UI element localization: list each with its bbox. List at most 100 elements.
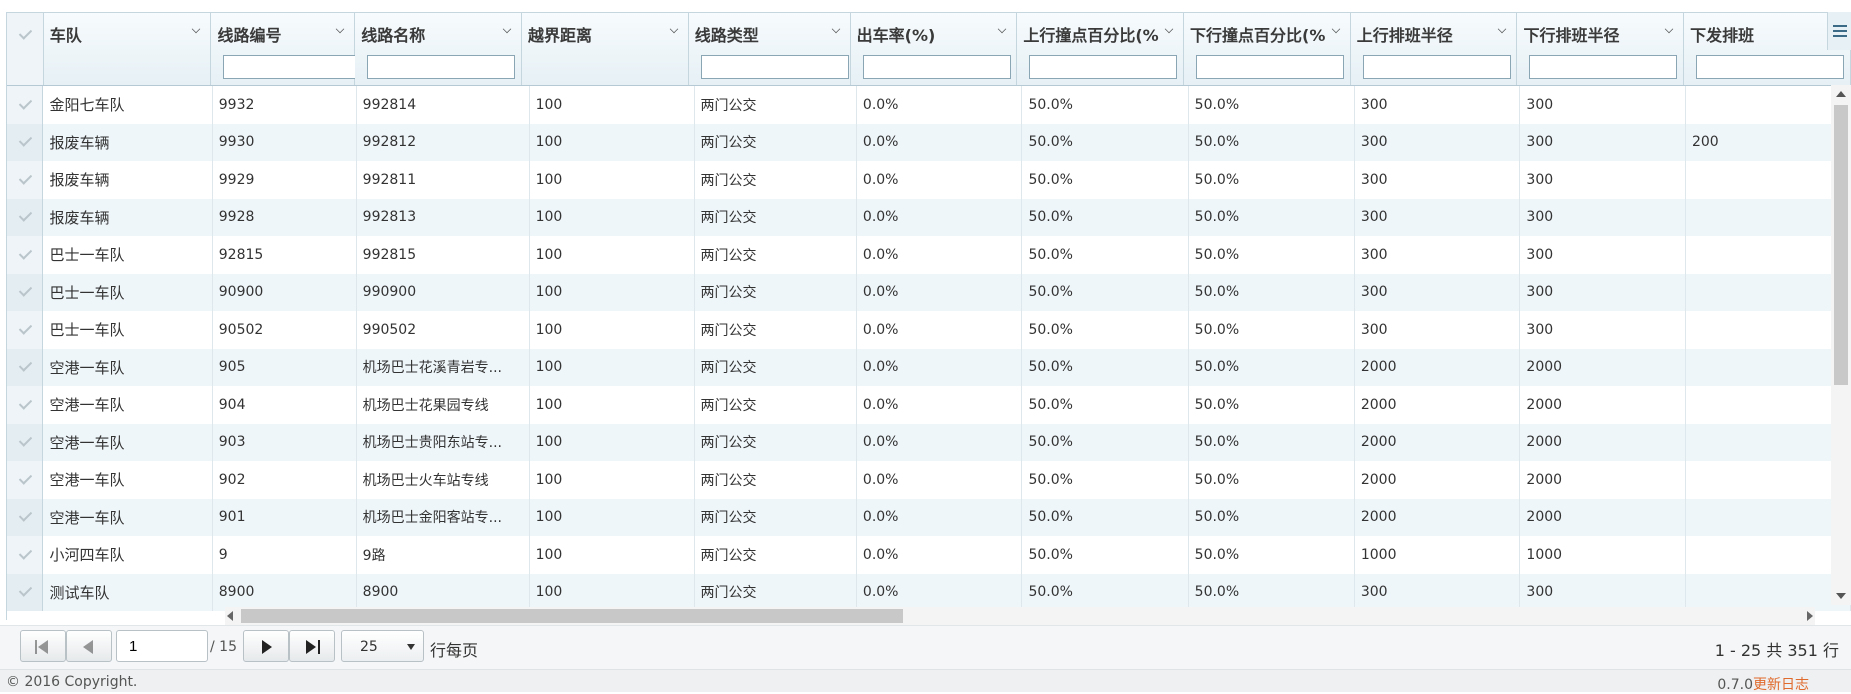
- vertical-scroll-thumb[interactable]: [1834, 105, 1848, 385]
- scroll-right-icon[interactable]: [1807, 611, 1813, 621]
- chevron-down-icon[interactable]: [192, 24, 201, 34]
- table-cell: 300: [1354, 86, 1521, 124]
- page-size-select[interactable]: 25: [341, 630, 424, 662]
- table-cell: 300: [1354, 161, 1521, 199]
- table-row[interactable]: 空港一车队 903 机场巴士贵阳东站专... 100 两门公交 0.0% 50.0% 50.0…: [7, 423, 1851, 461]
- first-page-button[interactable]: [20, 630, 66, 662]
- column-filter-input[interactable]: [1529, 55, 1678, 79]
- column-header-2[interactable]: 线路名称: [354, 13, 522, 86]
- column-header-4[interactable]: 线路类型: [688, 13, 851, 86]
- column-header-6[interactable]: 上行撞点百分比(%): [1016, 13, 1185, 86]
- chevron-down-icon[interactable]: [1498, 24, 1507, 34]
- prev-page-button[interactable]: [66, 630, 112, 662]
- next-page-button[interactable]: [243, 630, 289, 662]
- column-filter-input[interactable]: [700, 55, 849, 79]
- column-filter-input[interactable]: [1696, 55, 1845, 79]
- row-select-cell[interactable]: [7, 161, 44, 199]
- scroll-down-icon[interactable]: [1836, 593, 1846, 599]
- chevron-down-icon[interactable]: [1331, 24, 1340, 34]
- row-select-cell[interactable]: [7, 573, 44, 611]
- table-cell: 0.0%: [856, 573, 1023, 611]
- row-select-cell[interactable]: [7, 236, 44, 274]
- table-row[interactable]: 巴士一车队 90900 990900 100 两门公交 0.0% 50.0% 50.0% 300…: [7, 273, 1851, 311]
- vertical-scrollbar[interactable]: [1831, 85, 1851, 605]
- table-cell: 巴士一车队: [42, 273, 213, 311]
- column-filter-input[interactable]: [1362, 55, 1511, 79]
- column-header-0[interactable]: 车队: [43, 13, 212, 86]
- row-select-cell[interactable]: [7, 86, 44, 124]
- scroll-left-icon[interactable]: [227, 611, 233, 621]
- last-page-button[interactable]: [289, 630, 335, 662]
- table-cell: 两门公交: [694, 86, 857, 124]
- table-row[interactable]: 巴士一车队 90502 990502 100 两门公交 0.0% 50.0% 50.0% 300…: [7, 311, 1851, 349]
- table-row[interactable]: 测试车队 8900 8900 100 两门公交 0.0% 50.0% 50.0% 300 300: [7, 573, 1851, 611]
- table-cell: 0.0%: [856, 161, 1023, 199]
- table-row[interactable]: 空港一车队 904 机场巴士花果园专线 100 两门公交 0.0% 50.0% 50.0% 20…: [7, 386, 1851, 424]
- column-filter-input[interactable]: [223, 55, 372, 79]
- column-header-10[interactable]: 下发排班: [1683, 13, 1851, 86]
- chevron-down-icon[interactable]: [831, 24, 840, 34]
- table-cell: [1685, 273, 1851, 311]
- table-row[interactable]: 报废车辆 9929 992811 100 两门公交 0.0% 50.0% 50.0% 300 30…: [7, 161, 1851, 199]
- column-menu-icon[interactable]: [1827, 12, 1851, 50]
- row-select-cell[interactable]: [7, 498, 44, 536]
- chevron-down-icon[interactable]: [502, 24, 512, 34]
- table-row[interactable]: 空港一车队 902 机场巴士火车站专线 100 两门公交 0.0% 50.0% 50.0% 20…: [7, 461, 1851, 499]
- column-header-3[interactable]: 越界距离: [521, 13, 689, 86]
- row-select-cell[interactable]: [7, 311, 44, 349]
- column-header-5[interactable]: 出车率(%): [850, 13, 1018, 86]
- table-cell: 300: [1354, 311, 1521, 349]
- row-select-cell[interactable]: [7, 273, 44, 311]
- table-cell: 300: [1354, 573, 1521, 611]
- column-filter-input[interactable]: [1196, 55, 1345, 79]
- column-header-7[interactable]: 下行撞点百分比(%): [1183, 13, 1351, 86]
- row-select-cell[interactable]: [7, 123, 44, 161]
- table-cell: 50.0%: [1021, 311, 1189, 349]
- row-select-cell[interactable]: [7, 348, 44, 386]
- table-cell: 100: [529, 386, 695, 424]
- table-row[interactable]: 金阳七车队 9932 992814 100 两门公交 0.0% 50.0% 50.0% 300 3…: [7, 86, 1851, 124]
- chevron-down-icon[interactable]: [1164, 24, 1174, 34]
- table-cell: 空港一车队: [42, 348, 213, 386]
- table-row[interactable]: 空港一车队 901 机场巴士金阳客站专... 100 两门公交 0.0% 50.0% 50.0…: [7, 498, 1851, 536]
- table-cell: 300: [1519, 161, 1686, 199]
- check-icon: [18, 208, 33, 222]
- table-cell: [1685, 536, 1851, 574]
- column-header-8[interactable]: 上行排班半径: [1350, 13, 1518, 86]
- table-row[interactable]: 巴士一车队 92815 992815 100 两门公交 0.0% 50.0% 50.0% 300…: [7, 236, 1851, 274]
- table-cell: 100: [529, 311, 695, 349]
- table-cell: 50.0%: [1021, 161, 1189, 199]
- horizontal-scrollbar[interactable]: [225, 607, 1815, 625]
- table-row[interactable]: 报废车辆 9930 992812 100 两门公交 0.0% 50.0% 50.0% 300 30…: [7, 123, 1851, 161]
- row-select-cell[interactable]: [7, 198, 44, 236]
- column-filter-input[interactable]: [367, 55, 516, 79]
- row-select-cell[interactable]: [7, 423, 44, 461]
- table-row[interactable]: 小河四车队 9 9路 100 两门公交 0.0% 50.0% 50.0% 1000 1000: [7, 536, 1851, 574]
- table-cell: 2000: [1354, 348, 1521, 386]
- chevron-down-icon[interactable]: [1664, 24, 1674, 34]
- grid-header: 车队 线路编号 线路名称 越界距离 线路类型 出车率(%) 上行撞点百分比(%) 下行撞点百分…: [7, 13, 1851, 86]
- row-select-cell[interactable]: [7, 461, 44, 499]
- table-row[interactable]: 空港一车队 905 机场巴士花溪青岩专... 100 两门公交 0.0% 50.0% 50.0…: [7, 348, 1851, 386]
- row-select-cell[interactable]: [7, 536, 44, 574]
- column-filter-input[interactable]: [1029, 55, 1178, 79]
- column-filter-input[interactable]: [862, 55, 1011, 79]
- changelog-link[interactable]: 更新日志: [1753, 677, 1809, 693]
- select-all-cell[interactable]: [7, 13, 44, 86]
- column-title: 上行排班半径: [1356, 26, 1453, 45]
- table-row[interactable]: 报废车辆 9928 992813 100 两门公交 0.0% 50.0% 50.0% 300 30…: [7, 198, 1851, 236]
- table-cell: 两门公交: [694, 536, 857, 574]
- table-cell: 2000: [1519, 498, 1686, 536]
- chevron-down-icon[interactable]: [998, 24, 1007, 34]
- chevron-down-icon[interactable]: [669, 24, 678, 34]
- page-number-input[interactable]: [116, 630, 208, 662]
- scroll-up-icon[interactable]: [1836, 91, 1846, 97]
- table-cell: 9929: [212, 161, 357, 199]
- horizontal-scroll-thumb[interactable]: [241, 609, 903, 623]
- row-select-cell[interactable]: [7, 386, 44, 424]
- column-header-9[interactable]: 下行排班半径: [1516, 13, 1685, 86]
- column-header-1[interactable]: 线路编号: [210, 13, 372, 86]
- chevron-down-icon[interactable]: [336, 24, 345, 34]
- copyright: © 2016 Copyright.: [6, 674, 138, 690]
- table-cell: 两门公交: [694, 123, 857, 161]
